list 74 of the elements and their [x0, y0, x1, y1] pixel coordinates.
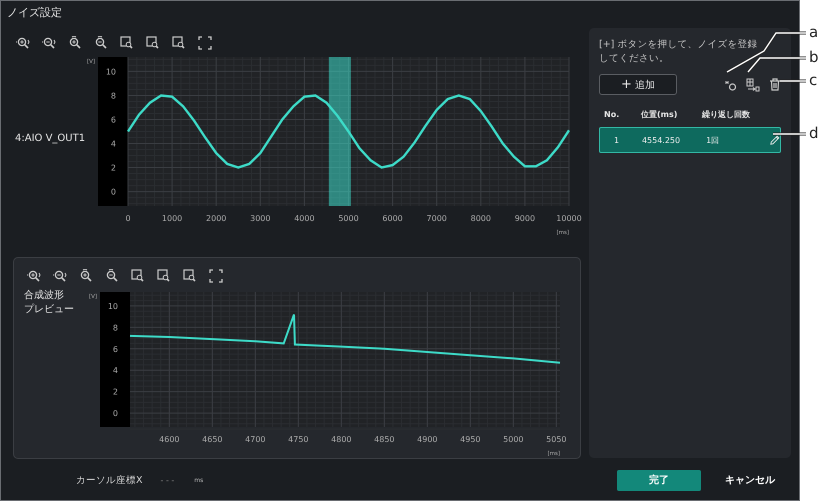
cursor-value: - - -: [160, 476, 174, 484]
tick-label: 6000: [382, 214, 403, 223]
tick-label: 4750: [288, 435, 309, 444]
tick-label: 4650: [202, 435, 223, 444]
tick-label: 10000: [556, 214, 582, 223]
column-header: 位置(ms): [641, 108, 678, 120]
tick-label: 3000: [250, 214, 270, 223]
tick-label: 5050: [546, 435, 567, 444]
cursor-label: カーソル座標X: [76, 474, 143, 486]
zoom-area-icon[interactable]: [171, 35, 187, 51]
zoom-area-icon[interactable]: [145, 35, 161, 51]
zoom-out-icon[interactable]: [52, 268, 68, 284]
done-button[interactable]: 完了: [617, 470, 701, 490]
tick-label: 5000: [338, 214, 359, 223]
tick-label: 4800: [331, 435, 352, 444]
callout-letter: b: [809, 48, 819, 66]
tick-label: 4850: [374, 435, 395, 444]
tick-label: 2: [112, 388, 118, 397]
tick-label: 10: [106, 67, 116, 76]
channel-label: 4:AIO V_OUT1: [14, 133, 85, 144]
fullscreen-icon[interactable]: [208, 268, 224, 284]
zoom-in-icon[interactable]: [78, 268, 94, 284]
callout-letter: c: [809, 71, 818, 89]
tick-label: 0: [110, 188, 116, 197]
tick-label: 7000: [426, 214, 447, 223]
tick-label: 8: [112, 323, 118, 332]
tick-label: 6: [110, 115, 116, 124]
zoom-area-icon[interactable]: [130, 268, 146, 284]
zoom-out-icon[interactable]: [104, 268, 120, 284]
preview-label: プレビュー: [24, 303, 75, 317]
tick-label: 2: [110, 164, 116, 173]
tick-label: 4: [112, 366, 118, 376]
pencil-icon[interactable]: [770, 134, 780, 146]
preview-label: 合成波形: [24, 289, 65, 303]
instruction-text: [+] ボタンを押して、ノイズを登録してください。: [599, 38, 758, 66]
cancel-button[interactable]: キャンセル: [715, 470, 785, 490]
tick-label: 10: [108, 302, 118, 311]
marker-icon[interactable]: [725, 78, 737, 90]
trash-icon[interactable]: [769, 78, 781, 91]
tick-label: 9000: [514, 214, 536, 223]
zoom-in-icon[interactable]: [15, 35, 31, 51]
zoom-area-icon[interactable]: [119, 35, 135, 51]
tick-label: 0: [112, 409, 118, 418]
tick-label: 8: [110, 91, 116, 100]
tick-label: 5000: [503, 435, 524, 444]
tick-label: 1000: [162, 214, 182, 223]
window-title: ノイズ設定: [6, 5, 63, 21]
callout-letter: a: [809, 23, 818, 41]
table-cell-text: 1: [613, 136, 620, 144]
zoom-out-icon[interactable]: [93, 35, 109, 51]
tick-label: 8000: [470, 214, 491, 223]
tick-label: 4700: [245, 435, 266, 444]
fullscreen-icon[interactable]: [197, 35, 213, 51]
tick-label: 6: [112, 344, 118, 354]
noise-row[interactable]: 1 4554.250 1回: [599, 127, 781, 153]
zoom-area-icon[interactable]: [182, 268, 198, 284]
table-icon[interactable]: [746, 78, 760, 92]
tick-label: 0: [125, 214, 131, 223]
add-button[interactable]: + 追加: [599, 74, 677, 95]
callout-letter: d: [809, 124, 819, 142]
tick-label: 2000: [206, 214, 226, 223]
zoom-area-icon[interactable]: [156, 268, 172, 284]
tick-label: 4000: [294, 214, 315, 223]
tick-label: 4950: [460, 435, 481, 444]
zoom-out-icon[interactable]: [41, 35, 57, 51]
tick-label: 4: [110, 140, 116, 149]
tick-label: 4900: [417, 435, 438, 444]
table-cell-text: 4554.250: [640, 136, 680, 144]
zoom-in-icon[interactable]: [26, 268, 42, 284]
zoom-in-icon[interactable]: [67, 35, 83, 51]
table-cell-text: 1回: [705, 134, 720, 146]
column-header: 繰り返し回数: [702, 108, 750, 120]
column-header: No.: [603, 110, 620, 118]
tick-label: 4600: [159, 435, 180, 444]
